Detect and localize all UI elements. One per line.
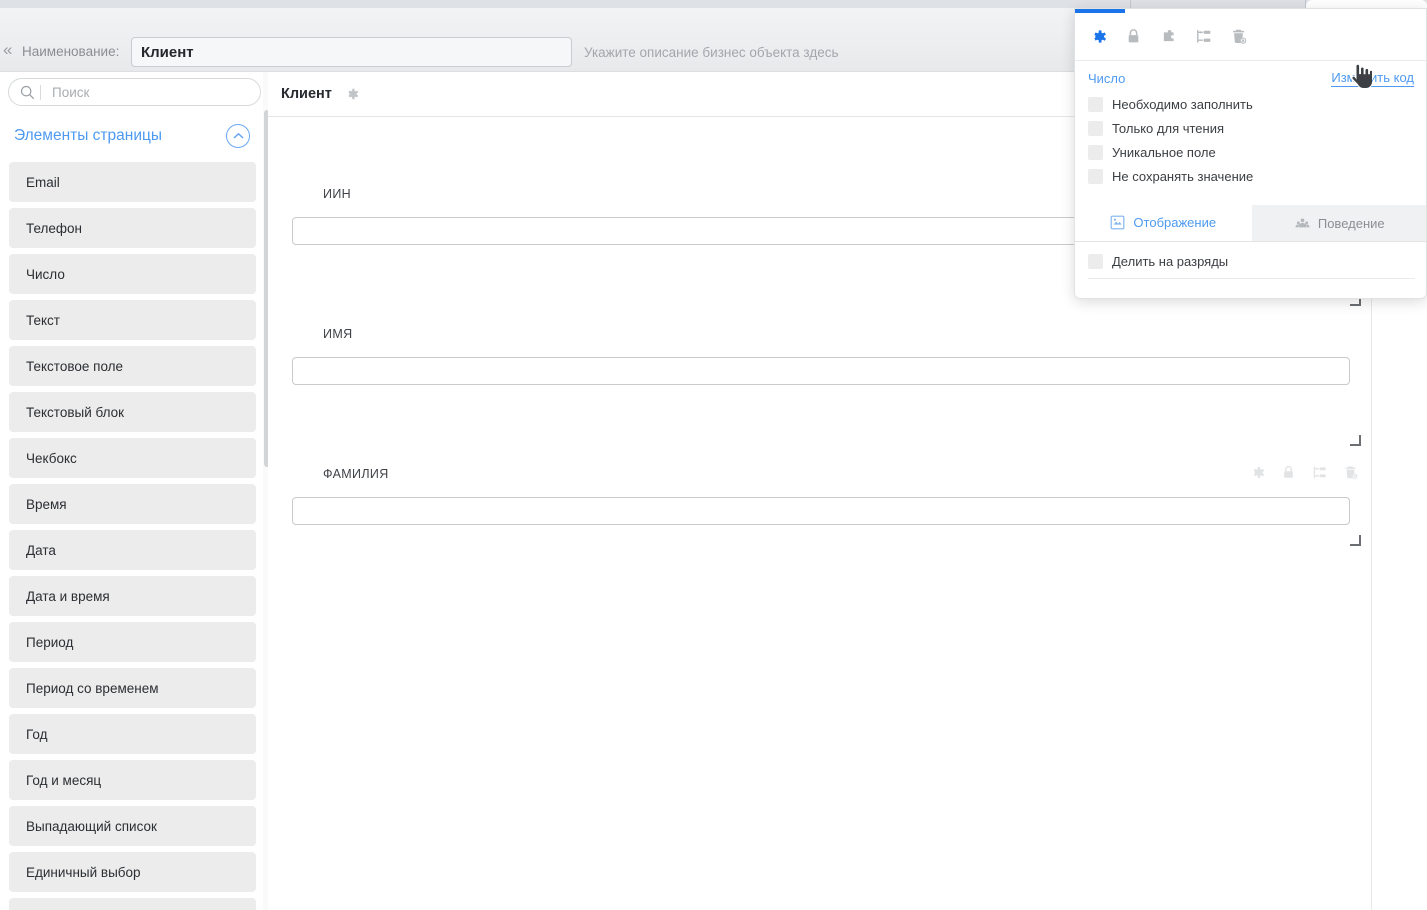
section-title: Элементы страницы	[14, 127, 162, 144]
form-field-input[interactable]	[292, 497, 1350, 525]
search-box[interactable]	[8, 78, 261, 106]
checkbox[interactable]	[1088, 254, 1103, 269]
element-list-item-label: Дата	[26, 542, 56, 558]
tab-separator	[1130, 0, 1131, 8]
element-list-item[interactable]: Дата	[9, 530, 256, 570]
checkbox[interactable]	[1088, 97, 1103, 112]
trash-x-icon[interactable]	[1229, 27, 1248, 46]
form-field-input[interactable]	[292, 357, 1350, 385]
popup-checkbox-row[interactable]: Только для чтения	[1088, 121, 1224, 136]
checkbox[interactable]	[1088, 169, 1103, 184]
element-list-item[interactable]: Год и месяц	[9, 760, 256, 800]
element-list-item-label: Чекбокс	[26, 450, 77, 466]
checkbox-label: Делить на разряды	[1112, 254, 1229, 269]
element-list-item[interactable]: Число	[9, 254, 256, 294]
flow-icon[interactable]	[1194, 27, 1213, 46]
element-list-item[interactable]: Чекбокс	[9, 438, 256, 478]
field-resize-handle[interactable]	[1350, 535, 1361, 546]
checkbox[interactable]	[1088, 121, 1103, 136]
element-list-item-label: Телефон	[26, 220, 83, 236]
popup-tab-behavior[interactable]: Поведение	[1251, 205, 1426, 241]
form-field-toolbar	[1249, 464, 1359, 481]
element-list-item[interactable]: Период	[9, 622, 256, 662]
elements-sidebar: Элементы страницы Email Телефон Число Текст…	[0, 72, 268, 910]
element-list-item-label: Год и месяц	[26, 772, 102, 788]
field-resize-handle[interactable]	[1350, 435, 1361, 446]
behavior-icon	[1295, 216, 1310, 231]
lock-icon[interactable]	[1124, 27, 1143, 46]
element-list-item[interactable]: Текстовое поле	[9, 346, 256, 386]
page-elements-section-header: Элементы страницы	[0, 116, 267, 156]
name-label: Наименование:	[22, 44, 120, 59]
popup-tab-label: Поведение	[1317, 215, 1385, 231]
form-title: Клиент	[281, 86, 332, 102]
page-elements-list[interactable]: Email Телефон Число Текст Текстовое поле Текс…	[0, 162, 267, 910]
element-list-item-label: Текст	[26, 312, 60, 328]
element-list-item-label: Время	[26, 496, 67, 512]
popup-toolbar	[1075, 13, 1426, 61]
popup-checkbox-row[interactable]: Не сохранять значение	[1088, 169, 1253, 184]
element-list-item[interactable]: Текст	[9, 300, 256, 340]
app-root: « Наименование: Элементы страницы	[0, 0, 1427, 910]
element-list-item-label: Единичный выбор	[26, 864, 141, 880]
browser-tab-strip	[0, 0, 1427, 8]
field-properties-popup: Число Изменить код Необходимо заполнить Т…	[1074, 8, 1427, 299]
checkbox-label: Только для чтения	[1112, 121, 1225, 136]
popup-tabs: Отображение Поведение	[1075, 205, 1426, 242]
element-list-item[interactable]: Единичный выбор	[9, 852, 256, 892]
chevron-up-circle-icon[interactable]	[226, 124, 250, 148]
popup-tab-option-row[interactable]: Делить на разряды	[1088, 254, 1228, 269]
gear-icon[interactable]	[344, 86, 360, 102]
element-list-item[interactable]	[9, 898, 256, 910]
popup-bottom-divider	[1088, 278, 1415, 279]
form-field-label: ФАМИЛИЯ	[323, 467, 389, 481]
element-list-item-label: Дата и время	[26, 588, 110, 604]
checkbox-label: Не сохранять значение	[1112, 169, 1254, 184]
element-list-item-label: Email	[26, 174, 60, 190]
element-list-item-label: Период	[26, 634, 74, 650]
gear-icon[interactable]	[1249, 464, 1266, 481]
checkbox-label: Уникальное поле	[1112, 145, 1216, 160]
object-name-input[interactable]	[131, 37, 572, 67]
search-input[interactable]	[50, 83, 234, 101]
element-list-item-label: Период со временем	[26, 680, 159, 696]
element-list-item[interactable]: Текстовый блок	[9, 392, 256, 432]
element-list-item-label: Текстовое поле	[26, 358, 124, 374]
double-chevron-left-icon[interactable]: «	[3, 41, 13, 58]
browser-tab-active[interactable]	[1306, 0, 1427, 8]
form-field-label: ИМЯ	[323, 327, 353, 341]
popup-checkbox-row[interactable]: Необходимо заполнить	[1088, 97, 1253, 112]
element-list-item[interactable]: Период со временем	[9, 668, 256, 708]
display-icon	[1110, 215, 1125, 230]
element-list-item[interactable]: Выпадающий список	[9, 806, 256, 846]
trash-x-icon[interactable]	[1342, 464, 1359, 481]
element-list-item-label: Число	[26, 266, 65, 282]
element-list-item-label: Выпадающий список	[26, 818, 157, 834]
element-list-item[interactable]: Время	[9, 484, 256, 524]
popup-title-row: Число Изменить код	[1075, 62, 1426, 94]
checkbox-label: Необходимо заполнить	[1112, 97, 1253, 112]
change-code-link[interactable]: Изменить код	[1331, 70, 1414, 87]
gear-icon[interactable]	[1089, 27, 1108, 46]
lock-icon[interactable]	[1280, 464, 1297, 481]
element-list-item[interactable]: Год	[9, 714, 256, 754]
popup-checkbox-row[interactable]: Уникальное поле	[1088, 145, 1216, 160]
element-list-item[interactable]: Телефон	[9, 208, 256, 248]
puzzle-icon[interactable]	[1159, 27, 1178, 46]
popup-field-type: Число	[1088, 70, 1126, 86]
element-list-item[interactable]: Email	[9, 162, 256, 202]
form-field-label: ИИН	[323, 187, 352, 201]
element-list-item-label: Текстовый блок	[26, 404, 125, 420]
element-list-item-label: Год	[26, 726, 48, 742]
popup-tab-display[interactable]: Отображение	[1075, 205, 1252, 241]
popup-tab-label: Отображение	[1133, 214, 1217, 230]
element-list-item[interactable]: Дата и время	[9, 576, 256, 616]
checkbox[interactable]	[1088, 145, 1103, 160]
flow-icon[interactable]	[1311, 464, 1328, 481]
search-icon	[20, 85, 35, 100]
search-divider	[40, 84, 41, 100]
